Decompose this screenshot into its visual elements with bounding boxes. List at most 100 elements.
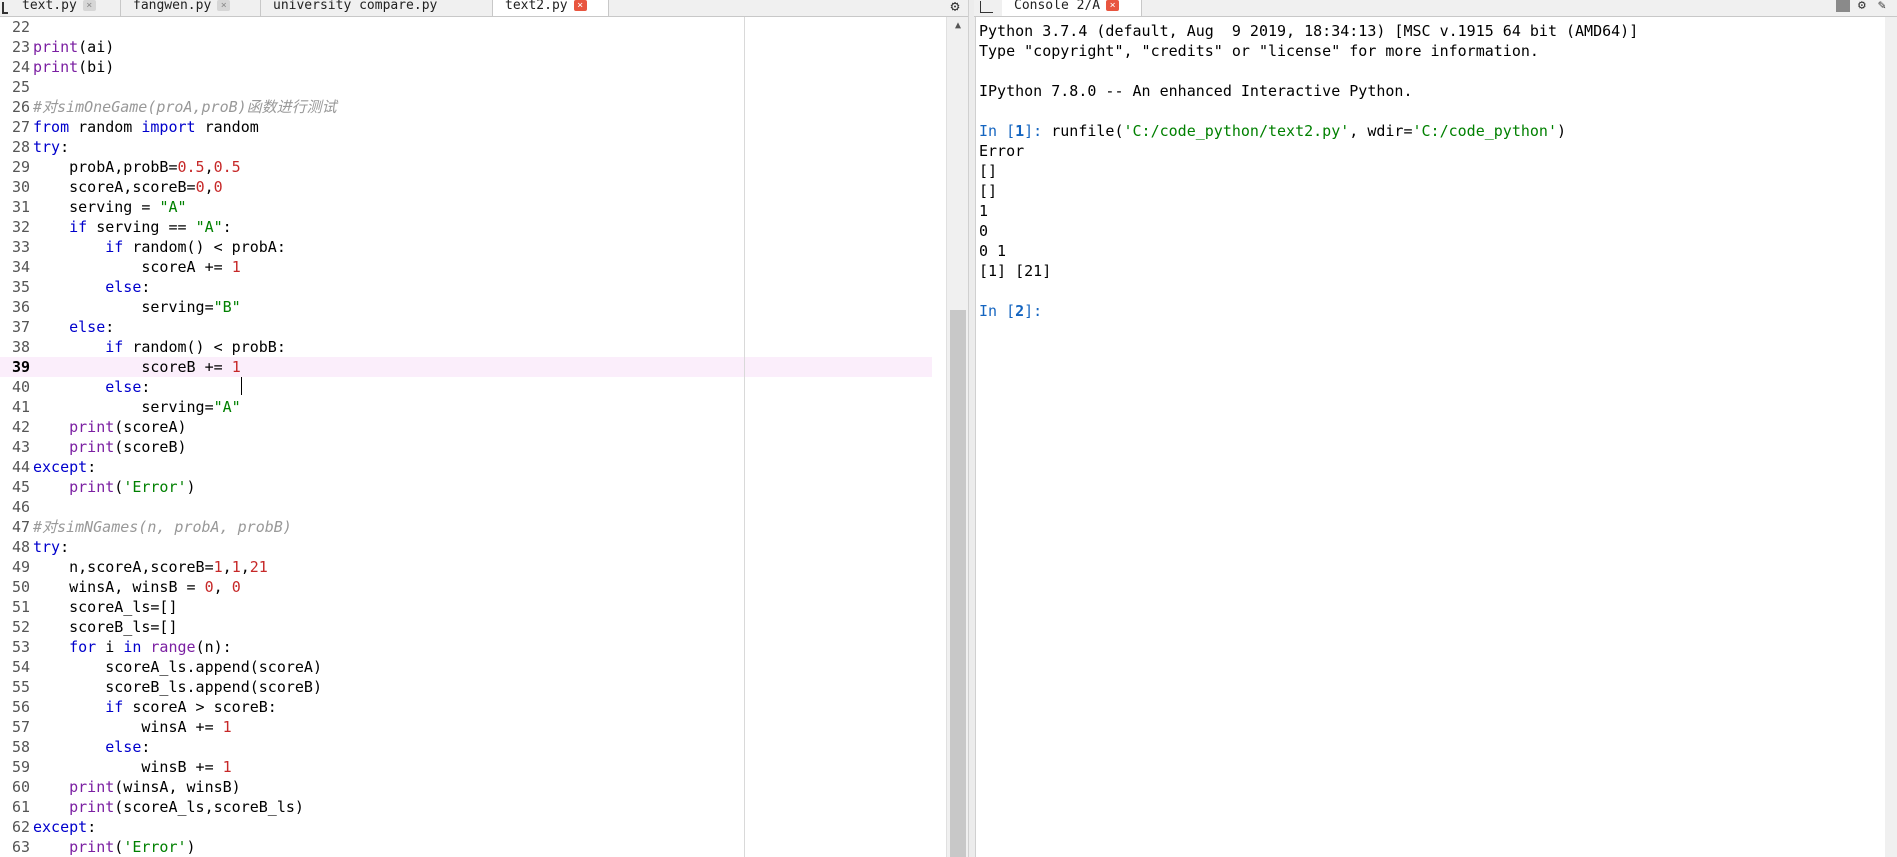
code-line[interactable]: 38 if random() < probB:: [0, 337, 932, 357]
code-line[interactable]: 27 from random import random: [0, 117, 932, 137]
code-line[interactable]: 39 scoreB += 1: [0, 357, 932, 377]
code-text: from random import random: [33, 118, 259, 136]
close-icon[interactable]: ×: [82, 0, 96, 11]
code-line[interactable]: 62 except:: [0, 817, 932, 837]
code-line[interactable]: 52 scoreB_ls=[]: [0, 617, 932, 637]
console-input-2[interactable]: In [2]:: [979, 301, 1051, 321]
close-icon[interactable]: ×: [217, 0, 231, 11]
code-text: winsA += 1: [33, 718, 232, 736]
code-line[interactable]: 50 winsA, winsB = 0, 0: [0, 577, 932, 597]
code-line[interactable]: 22: [0, 17, 932, 37]
extra-icon[interactable]: ✎: [1878, 0, 1892, 12]
code-line[interactable]: 30 scoreA,scoreB=0,0: [0, 177, 932, 197]
line-number: 55: [11, 678, 30, 696]
code-text: for i in range(n):: [69, 638, 232, 656]
code-line[interactable]: 51 scoreA_ls=[]: [0, 597, 932, 617]
code-line[interactable]: 53 for i in range(n):: [0, 637, 932, 657]
code-line[interactable]: 23 print(ai): [0, 37, 932, 57]
line-number: 43: [11, 438, 30, 456]
code-text: print(bi): [33, 58, 115, 76]
tab-list-icon[interactable]: [0, 0, 8, 14]
code-line[interactable]: 36 serving="B": [0, 297, 932, 317]
code-line[interactable]: 42 print(scoreA): [0, 417, 932, 437]
code-line[interactable]: 57 winsA += 1: [0, 717, 932, 737]
tab-text2-py[interactable]: text2.py ×: [493, 0, 609, 16]
close-icon[interactable]: ×: [1106, 0, 1120, 11]
code-line[interactable]: 63 print('Error'): [0, 837, 932, 857]
line-number: 28: [11, 138, 30, 156]
console-output: 1: [979, 202, 989, 220]
console-tab-bar: Console 2/A ×: [974, 0, 1897, 17]
ipython-console[interactable]: Python 3.7.4 (default, Aug 9 2019, 18:34…: [978, 21, 1878, 857]
code-line[interactable]: 35 else:: [0, 277, 932, 297]
code-line[interactable]: 58 else:: [0, 737, 932, 757]
console-output: 0 1: [979, 242, 1007, 260]
prompt-number: 2: [1015, 302, 1025, 320]
code-text: scoreA_ls.append(scoreA): [33, 658, 322, 676]
code-line[interactable]: 33 if random() < probA:: [0, 237, 932, 257]
pane-splitter[interactable]: [968, 0, 976, 857]
prompt-prefix: In [: [979, 302, 1016, 320]
options-icon[interactable]: ⚙: [1858, 0, 1872, 12]
code-text: print(scoreA_ls,scoreB_ls): [69, 798, 304, 816]
code-line[interactable]: 37 else:: [0, 317, 932, 337]
tab-university-compare-py[interactable]: university compare.py: [261, 0, 493, 16]
code-line[interactable]: 40 else:: [0, 377, 932, 397]
code-text: print(scoreA): [69, 418, 187, 436]
pane-toggle-icon[interactable]: [980, 1, 993, 13]
code-text: print(scoreB): [69, 438, 187, 456]
code-line[interactable]: 47 #对simNGames(n, probA, probB): [0, 517, 932, 537]
code-line[interactable]: 34 scoreA += 1: [0, 257, 932, 277]
tab-fangwen-py[interactable]: fangwen.py ×: [121, 0, 261, 16]
code-line[interactable]: 59 winsB += 1: [0, 757, 932, 777]
stop-icon[interactable]: [1836, 0, 1850, 12]
line-number: 50: [11, 578, 30, 596]
code-text: if random() < probA:: [105, 238, 286, 256]
cmd-part: runfile(: [1051, 122, 1124, 140]
code-line[interactable]: 25: [0, 77, 932, 97]
code-text: winsA, winsB = 0, 0: [33, 578, 241, 596]
code-line[interactable]: 44 except:: [0, 457, 932, 477]
code-text: winsB += 1: [33, 758, 232, 776]
code-line[interactable]: 60 print(winsA, winsB): [0, 777, 932, 797]
code-line[interactable]: 24 print(bi): [0, 57, 932, 77]
scrollbar-thumb[interactable]: [950, 310, 966, 857]
code-text: except:: [33, 458, 97, 476]
code-text: scoreB_ls=[]: [33, 618, 178, 636]
code-line[interactable]: 48 try:: [0, 537, 932, 557]
code-editor[interactable]: 22 23 print(ai) 24 print(bi) 25 26 #对simOneGame…: [0, 17, 932, 857]
code-line[interactable]: 41 serving="A": [0, 397, 932, 417]
code-line[interactable]: 45 print('Error'): [0, 477, 932, 497]
scroll-up-icon[interactable]: ▲: [953, 21, 963, 31]
line-number: 32: [11, 218, 30, 236]
code-line[interactable]: 55 scoreB_ls.append(scoreB): [0, 677, 932, 697]
console-vertical-scrollbar[interactable]: [1885, 17, 1897, 857]
line-number: 26: [11, 98, 30, 116]
line-number: 60: [11, 778, 30, 796]
code-line[interactable]: 26 #对simOneGame(proA,proB)函数进行测试: [0, 97, 932, 117]
cmd-part: ): [1557, 122, 1567, 140]
tab-console-2a[interactable]: Console 2/A ×: [1002, 0, 1142, 16]
gear-icon[interactable]: ⚙: [946, 0, 964, 14]
line-number: 52: [11, 618, 30, 636]
code-line[interactable]: 32 if serving == "A":: [0, 217, 932, 237]
console-output: []: [979, 182, 998, 200]
code-line[interactable]: 28 try:: [0, 137, 932, 157]
code-line[interactable]: 46: [0, 497, 932, 517]
line-number: 58: [11, 738, 30, 756]
code-line[interactable]: 61 print(scoreA_ls,scoreB_ls): [0, 797, 932, 817]
code-line[interactable]: 54 scoreA_ls.append(scoreA): [0, 657, 932, 677]
line-number: 54: [11, 658, 30, 676]
code-line[interactable]: 49 n,scoreA,scoreB=1,1,21: [0, 557, 932, 577]
code-text: scoreA += 1: [33, 258, 241, 276]
code-text: if random() < probB:: [105, 338, 286, 356]
line-number: 44: [11, 458, 30, 476]
code-line[interactable]: 31 serving = "A": [0, 197, 932, 217]
tab-text-py[interactable]: text.py ×: [10, 0, 121, 16]
cmd-string: 'C:/code_python/text2.py': [1123, 122, 1350, 140]
editor-vertical-scrollbar[interactable]: ▲: [946, 17, 969, 857]
code-line[interactable]: 29 probA,probB=0.5,0.5: [0, 157, 932, 177]
code-line[interactable]: 56 if scoreA > scoreB:: [0, 697, 932, 717]
code-line[interactable]: 43 print(scoreB): [0, 437, 932, 457]
close-icon[interactable]: ×: [573, 0, 587, 11]
